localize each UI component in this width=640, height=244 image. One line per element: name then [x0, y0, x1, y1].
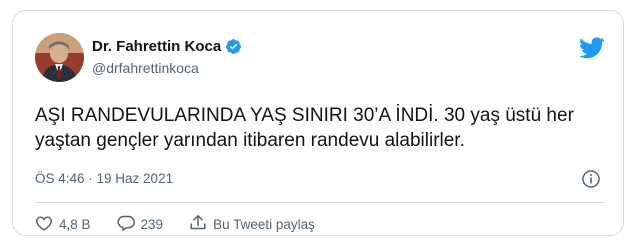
- verified-badge-icon: [225, 38, 242, 55]
- author-handle[interactable]: @drfahrettinkoca: [92, 60, 199, 76]
- author-name[interactable]: Dr. Fahrettin Koca: [92, 38, 221, 55]
- reply-icon: [116, 214, 141, 234]
- share-label: Bu Tweeti paylaş: [213, 216, 315, 232]
- like-count: 4,8 B: [59, 216, 91, 232]
- tweet-actions: 4,8 B 239 Bu Tweeti paylaş: [35, 214, 341, 234]
- share-icon: [189, 214, 213, 234]
- share-button[interactable]: Bu Tweeti paylaş: [189, 214, 315, 234]
- info-icon[interactable]: [581, 169, 601, 194]
- divider: [35, 202, 605, 203]
- tweet-timestamp[interactable]: ÖS 4:46 · 19 Haz 2021: [35, 171, 173, 186]
- like-button[interactable]: 4,8 B: [35, 215, 91, 234]
- reply-count: 239: [140, 216, 164, 232]
- heart-icon: [35, 215, 59, 234]
- avatar[interactable]: [35, 33, 84, 82]
- reply-button[interactable]: 239: [116, 214, 164, 234]
- twitter-bird-icon[interactable]: [579, 37, 605, 64]
- tweet-card[interactable]: Dr. Fahrettin Koca @drfahrettinkoca AŞI …: [12, 10, 624, 236]
- tweet-text: AŞI RANDEVULARINDA YAŞ SINIRI 30’A İNDİ.…: [35, 105, 574, 151]
